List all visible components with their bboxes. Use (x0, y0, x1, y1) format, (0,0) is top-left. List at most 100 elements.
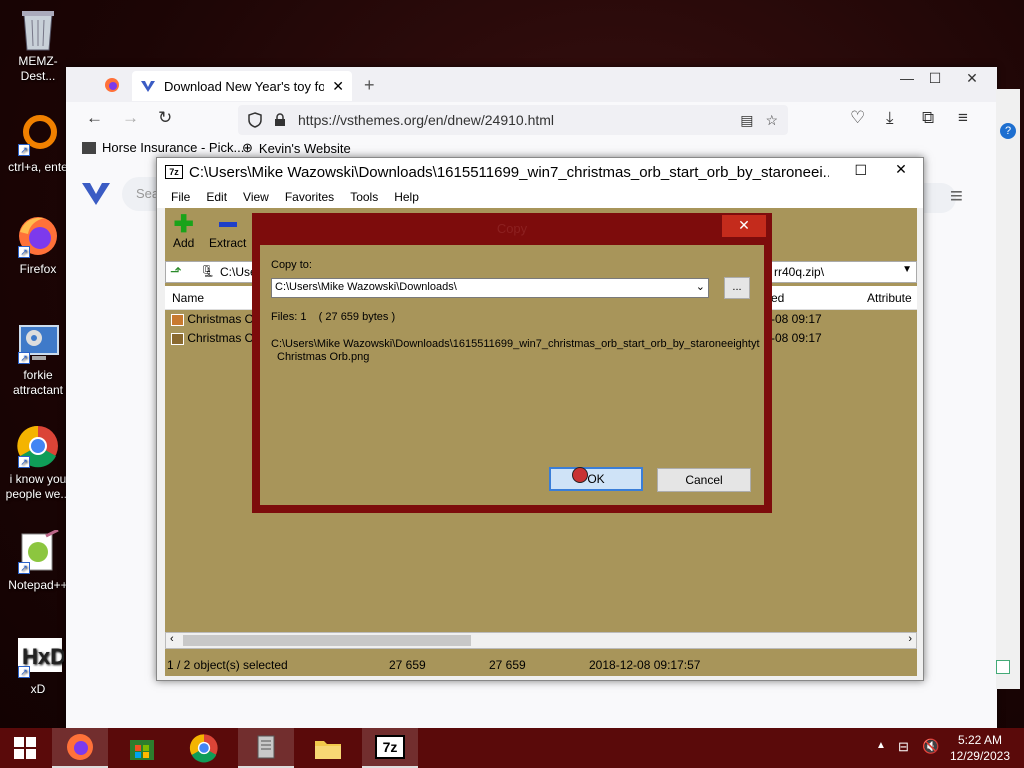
desktop-icon-label: i know you people we... (5, 472, 71, 501)
menu-file[interactable]: File (171, 190, 190, 204)
browse-button[interactable]: ... (724, 277, 750, 299)
7zip-logo-icon: 7z (165, 165, 183, 179)
menu-help[interactable]: Help (394, 190, 419, 204)
destination-path: C:\Users\Mike Wazowski\Downloads\ (275, 281, 457, 293)
browser-maximize-button[interactable]: ☐ (918, 67, 952, 91)
chrome-icon: ↗ (16, 424, 60, 468)
desktop-icon-recycle-bin[interactable]: MEMZ-Dest... (2, 6, 74, 84)
notepad-plus-plus-icon: ↗ (16, 528, 60, 574)
firefox-view-icon[interactable] (104, 77, 120, 96)
add-label: Add (173, 236, 195, 250)
hxd-icon: HxD ↗ (16, 634, 66, 678)
lock-icon[interactable] (274, 113, 286, 127)
archive-small-icon: 🗜 (200, 264, 216, 278)
vsthemes-logo-icon[interactable] (80, 179, 114, 210)
bookmark-kevins-website[interactable]: ⊕ Kevin's Website (242, 140, 351, 156)
tab-active[interactable]: Download New Year's toy for the ✕ (132, 71, 352, 101)
7zip-title-bar: 7z C:\Users\Mike Wazowski\Downloads\1615… (157, 158, 923, 186)
new-tab-plus-icon[interactable]: + (364, 75, 375, 96)
7zip-status-bar: 1 / 2 object(s) selected 27 659 27 659 2… (165, 654, 917, 674)
copy-dialog: Copy ✕ Copy to: C:\Users\Mike Wazowski\D… (252, 213, 772, 513)
menu-favorites[interactable]: Favorites (285, 190, 334, 204)
source-path-line1: C:\Users\Mike Wazowski\Downloads\1615511… (271, 338, 760, 350)
column-name[interactable]: Name (172, 291, 204, 305)
shortcut-arrow-icon: ↗ (18, 666, 30, 678)
7zip-close-button[interactable]: ✕ (879, 158, 923, 180)
bookmark-horse-insurance[interactable]: Horse Insurance - Pick... (82, 140, 244, 155)
system-clock[interactable]: 5:22 AM 12/29/2023 (950, 732, 1010, 764)
firefox-icon: ↗ (16, 214, 60, 258)
chevron-down-icon[interactable]: ⌄ (696, 280, 705, 293)
add-button[interactable]: ✚ Add (173, 213, 195, 251)
ring-icon: ↗ (16, 112, 60, 156)
forward-arrow-icon[interactable]: → (122, 108, 139, 128)
start-button[interactable] (0, 728, 50, 768)
desktop-icon-xd[interactable]: HxD ↗ xD (2, 634, 74, 697)
dialog-close-button[interactable]: ✕ (722, 215, 766, 237)
desktop-icon-label: Notepad++ (8, 578, 68, 592)
7zip-maximize-button[interactable]: ☐ (854, 162, 867, 179)
taskbar-file-explorer[interactable] (300, 728, 356, 768)
taskbar: 7z ▲ ⊟ 🔇 5:22 AM 12/29/2023 (0, 728, 1024, 768)
globe-icon: ⊕ (242, 140, 253, 155)
shortcut-arrow-icon: ↗ (18, 352, 30, 364)
file-row[interactable]: Christmas O (171, 331, 254, 345)
desktop-icon-ctrl-a[interactable]: ↗ ctrl+a, ente (2, 112, 74, 175)
back-arrow-icon[interactable]: ← (86, 108, 103, 128)
desktop-icon-notepadpp[interactable]: ↗ Notepad++ (2, 528, 74, 593)
extract-button[interactable]: Extract (209, 214, 246, 250)
help-icon[interactable]: ? (1000, 123, 1016, 139)
copy-dialog-title: Copy (496, 221, 528, 236)
shortcut-arrow-icon: ↗ (18, 144, 30, 156)
image-file-icon (171, 332, 184, 345)
column-attributes[interactable]: Attribute (867, 291, 912, 305)
site-menu-icon[interactable]: ≡ (950, 183, 963, 209)
file-name: Christmas O (187, 331, 255, 345)
downloads-icon[interactable]: ⤓ (886, 108, 894, 128)
menu-edit[interactable]: Edit (206, 190, 227, 204)
bookmark-star-icon[interactable]: ☆ (765, 112, 778, 129)
destination-combobox[interactable]: C:\Users\Mike Wazowski\Downloads\ ⌄ (271, 278, 709, 298)
cancel-button[interactable]: Cancel (657, 468, 751, 492)
image-file-icon (171, 313, 184, 326)
horizontal-scrollbar[interactable]: ‹ › (165, 632, 917, 649)
desktop-icon-firefox[interactable]: ↗ Firefox (2, 214, 74, 277)
volume-muted-icon[interactable]: 🔇 (922, 738, 939, 755)
taskbar-7zip[interactable]: 7z (362, 728, 418, 768)
reader-view-icon[interactable]: ▤ (740, 112, 753, 129)
tab-close-icon[interactable]: ✕ (332, 78, 344, 95)
scroll-right-icon[interactable]: › (908, 633, 912, 645)
menu-tools[interactable]: Tools (350, 190, 378, 204)
hamburger-menu-icon[interactable]: ≡ (958, 108, 968, 128)
browser-close-button[interactable]: ✕ (952, 67, 992, 91)
taskbar-store[interactable] (114, 728, 170, 768)
url-bar[interactable]: https://vsthemes.org/en/dnew/24910.html … (238, 105, 788, 135)
taskbar-chrome[interactable] (176, 728, 232, 768)
scroll-left-icon[interactable]: ‹ (170, 633, 174, 645)
desktop-icon-label: MEMZ-Dest... (18, 54, 58, 83)
menu-view[interactable]: View (243, 190, 269, 204)
column-modified[interactable]: ed (771, 291, 784, 305)
ok-button[interactable]: OK (549, 467, 643, 491)
taskbar-firefox[interactable] (52, 728, 108, 768)
taskbar-task-manager[interactable] (238, 728, 294, 768)
tray-overflow-chevron-icon[interactable]: ▲ (876, 740, 886, 751)
vsthemes-favicon (141, 81, 155, 92)
shield-icon[interactable] (248, 112, 262, 128)
desktop-icon-label: Firefox (19, 262, 57, 276)
desktop-icon-label: forkie attractant (12, 368, 64, 397)
server-icon (257, 735, 275, 759)
pocket-icon[interactable]: ♡ (850, 108, 865, 128)
desktop-icon-label: xD (30, 682, 46, 696)
up-folder-icon[interactable]: ⬏ (170, 263, 182, 280)
shortcut-arrow-icon: ↗ (18, 456, 30, 468)
desktop-icon-forkie[interactable]: ↗ forkie attractant (2, 320, 74, 398)
extensions-icon[interactable]: ⧉ (922, 108, 934, 128)
network-icon[interactable]: ⊟ (898, 739, 909, 755)
scrollbar-thumb[interactable] (183, 635, 471, 646)
file-row[interactable]: Christmas O (171, 312, 254, 326)
url-text: https://vsthemes.org/en/dnew/24910.html (298, 112, 555, 128)
reload-icon[interactable]: ↻ (158, 108, 172, 128)
desktop-icon-chrome-shortcut[interactable]: ↗ i know you people we... (2, 424, 74, 502)
path-dropdown-icon[interactable]: ▼ (902, 264, 912, 275)
